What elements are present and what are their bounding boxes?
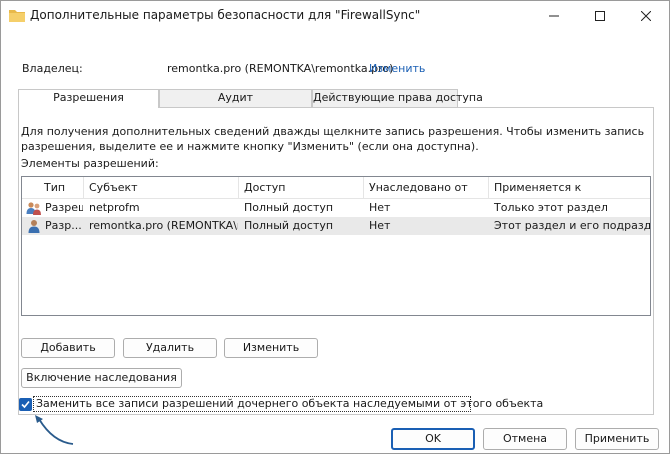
tab-audit[interactable]: Аудит [159,89,312,107]
cell-inherited: Нет [369,201,391,214]
cell-subject: remontka.pro (REMONTKA\re... [89,219,238,232]
folder-icon [9,10,25,22]
checkmark-icon [21,400,30,409]
replace-permissions-checkbox[interactable] [19,398,32,411]
permission-entries-list[interactable]: Тип Субъект Доступ Унаследовано от Приме… [21,176,651,316]
tab-permissions[interactable]: Разрешения [18,89,159,108]
enable-inheritance-button[interactable]: Включение наследования [21,368,182,388]
remove-button[interactable]: Удалить [123,338,217,358]
replace-permissions-label: Заменить все записи разрешений дочернего… [36,397,544,410]
cell-applies: Только этот раздел [494,201,608,214]
minimize-button[interactable] [531,1,577,31]
security-settings-window: Дополнительные параметры безопасности дл… [0,0,670,454]
maximize-button[interactable] [577,1,623,31]
table-row[interactable]: Разр... remontka.pro (REMONTKA\re... Пол… [22,217,650,235]
column-header-applies[interactable]: Применяется к [488,177,650,199]
apply-button[interactable]: Применить [575,428,659,450]
permissions-description: Для получения дополнительных сведений дв… [21,125,645,153]
change-owner-link[interactable]: Изменить [369,62,425,75]
cancel-button[interactable]: Отмена [483,428,567,450]
title-bar[interactable]: Дополнительные параметры безопасности дл… [1,1,669,31]
ok-button[interactable]: OK [391,428,475,450]
cell-access: Полный доступ [244,201,334,214]
edit-button[interactable]: Изменить [224,338,318,358]
minimize-icon [549,15,559,17]
permission-entries-label: Элементы разрешений: [21,157,159,170]
column-header-inherited[interactable]: Унаследовано от [363,177,488,199]
tab-divider [158,107,654,108]
cell-inherited: Нет [369,219,391,232]
close-icon [641,11,651,21]
column-header-access[interactable]: Доступ [238,177,363,199]
column-header-subject[interactable]: Субъект [83,177,238,199]
table-row[interactable]: Разреш... netprofm Полный доступ Нет Тол… [22,199,650,217]
owner-value: remontka.pro (REMONTKA\remontka.pro) [167,62,394,75]
maximize-icon [595,11,605,21]
cell-type: Разреш... [45,201,83,214]
cell-applies: Этот раздел и его подразделы [494,219,650,232]
annotation-arrow-icon [35,415,74,445]
tab-effective-access[interactable]: Действующие права доступа [312,89,483,107]
add-button[interactable]: Добавить [21,338,115,358]
column-header-type[interactable]: Тип [38,177,83,199]
cell-subject: netprofm [89,201,140,214]
cell-access: Полный доступ [244,219,334,232]
owner-label: Владелец: [22,62,83,75]
close-button[interactable] [623,1,669,31]
window-title: Дополнительные параметры безопасности дл… [30,8,421,22]
cell-type: Разр... [45,219,82,232]
tab-strip: Разрешения Аудит Действующие права досту… [18,89,654,108]
list-header: Тип Субъект Доступ Унаследовано от Приме… [22,177,650,199]
